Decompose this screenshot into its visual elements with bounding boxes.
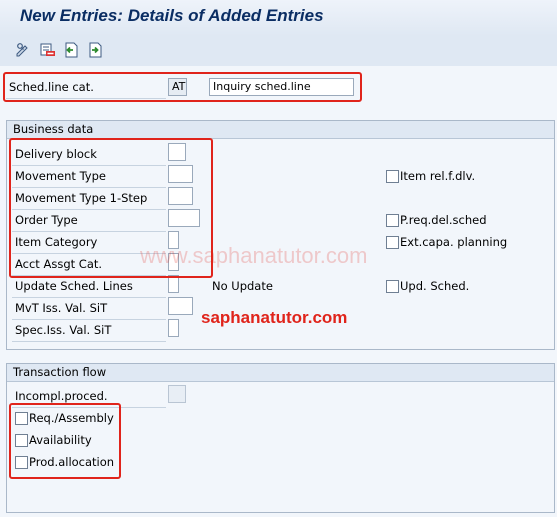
ext-capa-planning-checkbox[interactable] bbox=[386, 236, 399, 249]
upd-sched-checkbox[interactable] bbox=[386, 280, 399, 293]
preq-del-sched-label: P.req.del.sched bbox=[400, 213, 487, 227]
mvt-iss-val-sit-field[interactable] bbox=[168, 297, 193, 315]
highlight-box-header bbox=[3, 72, 362, 102]
preq-del-sched-checkbox[interactable] bbox=[386, 214, 399, 227]
delete-row-icon[interactable] bbox=[38, 41, 56, 59]
row-underline bbox=[12, 298, 166, 320]
item-rel-dlv-label: Item rel.f.dlv. bbox=[400, 169, 476, 183]
title-bar: New Entries: Details of Added Entries bbox=[0, 0, 557, 36]
transaction-flow-title: Transaction flow bbox=[7, 364, 554, 382]
upd-sched-label: Upd. Sched. bbox=[400, 279, 470, 293]
spec-iss-val-sit-field[interactable] bbox=[168, 319, 179, 337]
ext-capa-planning-label: Ext.capa. planning bbox=[400, 235, 508, 249]
previous-entry-icon[interactable] bbox=[62, 41, 80, 59]
watermark-faint: www.saphanatutor.com bbox=[140, 243, 368, 268]
no-update-text: No Update bbox=[212, 279, 273, 293]
next-entry-icon[interactable] bbox=[86, 41, 104, 59]
row-underline bbox=[12, 320, 166, 342]
incompl-proced-field[interactable] bbox=[168, 385, 186, 403]
business-data-title: Business data bbox=[7, 121, 554, 139]
work-area: Sched.line cat. AT Inquiry sched.line Bu… bbox=[0, 66, 557, 517]
application-toolbar bbox=[0, 36, 557, 67]
highlight-box-transaction bbox=[9, 403, 121, 479]
edit-display-icon[interactable] bbox=[14, 41, 32, 59]
row-underline bbox=[12, 276, 166, 298]
watermark-main: saphanatutor.com bbox=[201, 308, 348, 327]
page-title: New Entries: Details of Added Entries bbox=[20, 6, 324, 25]
item-rel-dlv-checkbox[interactable] bbox=[386, 170, 399, 183]
